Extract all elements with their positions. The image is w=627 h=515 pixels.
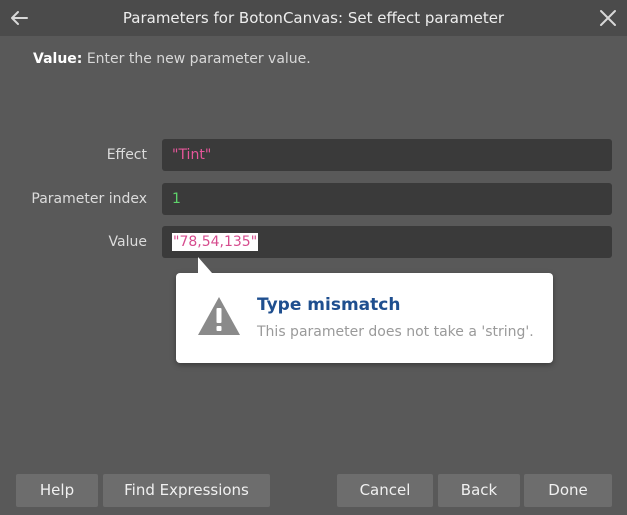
param-row-effect: Effect "Tint" [0,139,627,171]
parameter-description: Value: Enter the new parameter value. [33,51,311,67]
close-icon[interactable] [597,7,619,29]
tooltip-pointer [198,257,212,273]
parameter-index-value: 1 [172,191,181,207]
param-label-parameter-index: Parameter index [31,191,147,207]
value-field[interactable]: "78,54,135" [162,226,612,258]
param-row-parameter-index: Parameter index 1 [0,183,627,215]
param-label-effect: Effect [106,147,147,163]
tooltip-message: This parameter does not take a 'string'. [257,324,534,340]
back-button[interactable]: Back [438,474,520,507]
find-expressions-button[interactable]: Find Expressions [103,474,270,507]
effect-field[interactable]: "Tint" [162,139,612,171]
type-mismatch-tooltip: Type mismatch This parameter does not ta… [176,257,553,363]
warning-icon [198,297,240,335]
effect-value: "Tint" [172,147,212,163]
value-selected-text: "78,54,135" [172,233,259,251]
param-row-value: Value "78,54,135" [0,226,627,258]
parameters-dialog: Parameters for BotonCanvas: Set effect p… [0,0,627,515]
parameter-index-field[interactable]: 1 [162,183,612,215]
description-text: Enter the new parameter value. [82,51,311,67]
description-label: Value: [33,51,83,67]
param-label-value: Value [108,234,147,250]
cancel-button[interactable]: Cancel [337,474,433,507]
title-bar: Parameters for BotonCanvas: Set effect p… [0,0,627,36]
tooltip-title: Type mismatch [257,295,401,315]
window-title: Parameters for BotonCanvas: Set effect p… [122,9,505,27]
help-button[interactable]: Help [16,474,98,507]
done-button[interactable]: Done [524,474,612,507]
